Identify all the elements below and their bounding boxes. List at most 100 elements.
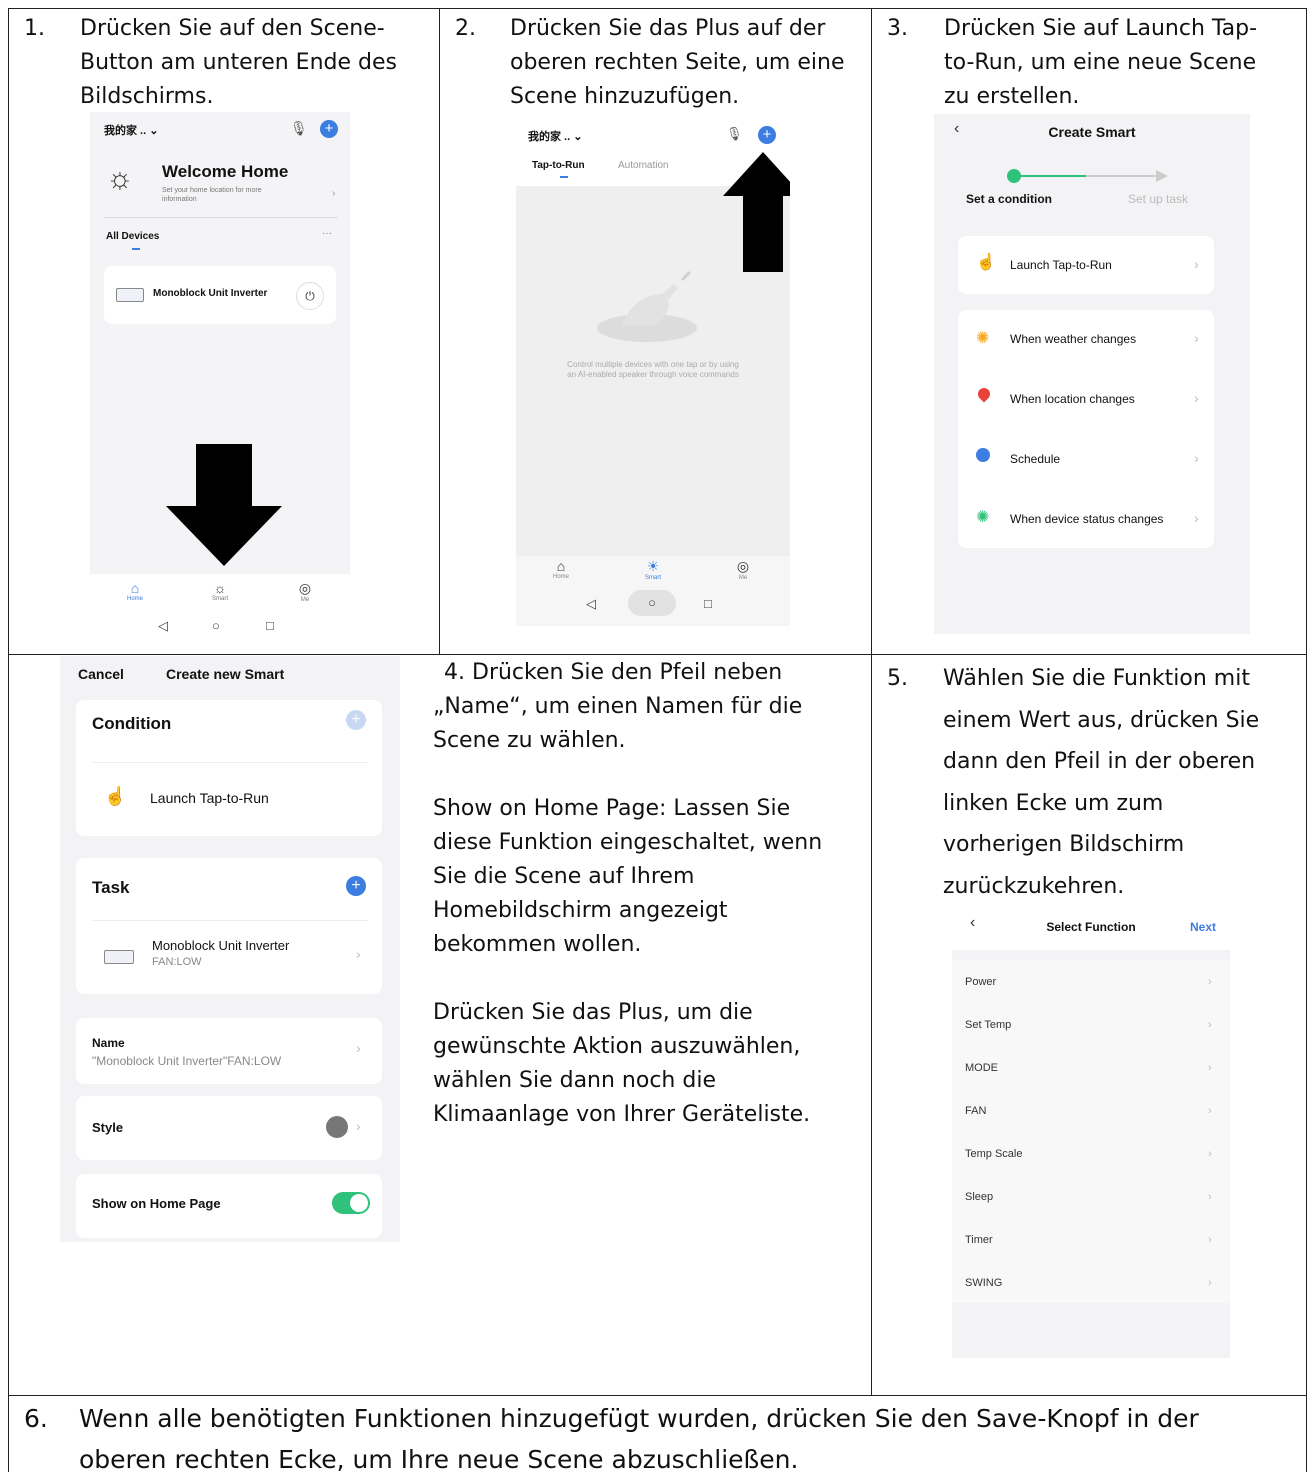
- step-set-up-task: Set up task: [1128, 192, 1189, 206]
- home-selector[interactable]: 我的家 .. ⌄: [104, 122, 158, 138]
- cancel-button[interactable]: Cancel: [78, 666, 124, 682]
- condition-schedule[interactable]: Schedule ›: [958, 430, 1214, 488]
- condition-device-status[interactable]: ✺ When device status changes ›: [958, 490, 1214, 548]
- power-icon[interactable]: ⏻: [296, 282, 324, 310]
- table-border-row2: [8, 1395, 1307, 1396]
- page-title: Select Function: [1046, 920, 1136, 934]
- function-item[interactable]: MODE ›: [952, 1046, 1230, 1089]
- nav-me[interactable]: ◎ Me: [290, 580, 320, 603]
- tab-tap-to-run[interactable]: Tap-to-Run: [532, 160, 585, 171]
- task-device-name: Monoblock Unit Inverter: [152, 938, 290, 953]
- divider: [104, 217, 338, 218]
- option-label: Schedule: [1010, 452, 1061, 466]
- option-label: When device status changes: [1010, 512, 1164, 526]
- recents-icon[interactable]: □: [704, 596, 712, 611]
- function-item[interactable]: Sleep ›: [952, 1175, 1230, 1218]
- option-label: When location changes: [1010, 392, 1135, 406]
- function-item[interactable]: Timer ›: [952, 1218, 1230, 1261]
- option-label: Launch Tap-to-Run: [1010, 258, 1112, 272]
- condition-label: Launch Tap-to-Run: [150, 790, 269, 806]
- home-button-icon[interactable]: ○: [628, 590, 676, 616]
- step-line: oberen rechten Seite, um eine: [510, 50, 845, 75]
- function-label: Sleep: [965, 1190, 994, 1203]
- launch-tap-to-run-option[interactable]: ☝ Launch Tap-to-Run ›: [958, 236, 1214, 294]
- function-item[interactable]: Temp Scale ›: [952, 1132, 1230, 1175]
- section-title: Condition: [92, 714, 172, 733]
- all-devices-tab[interactable]: All Devices: [106, 231, 159, 242]
- mic-icon[interactable]: 🎙: [290, 120, 308, 137]
- function-item[interactable]: Set Temp ›: [952, 1003, 1230, 1046]
- step-line: linken Ecke um zum: [943, 790, 1164, 816]
- show-on-home-toggle[interactable]: [332, 1192, 370, 1214]
- welcome-subtitle-line: information: [162, 196, 197, 203]
- recents-icon[interactable]: □: [266, 618, 274, 633]
- bottom-nav: ⌂ Home ☼ Smart ◎ Me ◁ ○ □: [90, 574, 350, 648]
- chevron-right-icon: ›: [332, 188, 336, 199]
- page-title: Create new Smart: [166, 666, 285, 682]
- style-row[interactable]: Style ›: [76, 1096, 382, 1160]
- screenshot-create-smart: ‹ Create Smart Set a condition Set up ta…: [934, 114, 1250, 634]
- home-selector[interactable]: 我的家 .. ⌄: [528, 128, 582, 144]
- add-task-icon[interactable]: +: [346, 876, 366, 896]
- name-label: Name: [92, 1036, 125, 1050]
- nav-smart[interactable]: ☼ Smart: [205, 580, 235, 602]
- chevron-right-icon: ›: [1194, 256, 1199, 272]
- nav-smart[interactable]: ☀ Smart: [638, 558, 668, 581]
- chevron-right-icon: ›: [356, 1040, 361, 1056]
- function-item[interactable]: Power ›: [952, 960, 1230, 1003]
- profile-icon: ◎: [298, 580, 312, 596]
- nav-me[interactable]: ◎ Me: [728, 558, 758, 581]
- document-page: 1. Drücken Sie auf den Scene- Button am …: [0, 0, 1309, 1474]
- chevron-right-icon: ›: [1194, 510, 1199, 526]
- add-icon[interactable]: +: [758, 126, 776, 144]
- chevron-right-icon: ›: [1208, 1233, 1212, 1246]
- empty-state-text: Control multiple devices with one tap or…: [516, 360, 790, 380]
- step-line: Drücken Sie das Plus, um die: [433, 1000, 753, 1025]
- back-icon[interactable]: ◁: [158, 618, 168, 634]
- next-button[interactable]: Next: [1190, 920, 1216, 934]
- nav-home[interactable]: ⌂ Home: [120, 580, 150, 602]
- show-on-home-label: Show on Home Page: [92, 1196, 221, 1211]
- task-item[interactable]: Monoblock Unit Inverter FAN:LOW ›: [76, 924, 382, 990]
- function-item[interactable]: SWING ›: [952, 1261, 1230, 1304]
- step-set-condition: Set a condition: [966, 192, 1053, 206]
- add-icon[interactable]: +: [320, 120, 338, 138]
- add-condition-icon[interactable]: +: [346, 710, 366, 730]
- step-line: vorherigen Bildschirm: [943, 832, 1185, 857]
- mic-icon[interactable]: 🎙: [726, 126, 743, 142]
- condition-location[interactable]: When location changes ›: [958, 370, 1214, 428]
- tab-automation[interactable]: Automation: [618, 160, 669, 171]
- device-card[interactable]: Monoblock Unit Inverter ⏻: [104, 266, 336, 324]
- page-title: Create Smart: [1048, 124, 1136, 140]
- step-line: dann den Pfeil in der oberen: [943, 749, 1256, 774]
- ac-unit-icon: [116, 288, 144, 302]
- smart-icon: ☼: [213, 580, 227, 596]
- step-number: 1.: [24, 16, 45, 41]
- chevron-right-icon: ›: [1194, 330, 1199, 346]
- step-line: Bildschirms.: [80, 84, 214, 109]
- welcome-subtitle[interactable]: Set your home location for more informat…: [162, 186, 262, 204]
- step-line: Wählen Sie die Funktion mit: [943, 666, 1250, 691]
- function-label: FAN: [965, 1104, 987, 1117]
- name-row[interactable]: Name "Monoblock Unit Inverter"FAN:LOW ›: [76, 1018, 382, 1084]
- location-pin-icon: [975, 385, 993, 403]
- step-line: Button am unteren Ende des: [80, 50, 397, 75]
- step-number: 4.: [444, 660, 465, 685]
- empty-state-line: Control multiple devices with one tap or…: [567, 360, 739, 369]
- home-button-icon[interactable]: ○: [212, 618, 220, 633]
- tab-indicator: [132, 248, 140, 250]
- condition-item[interactable]: ☝ Launch Tap-to-Run: [76, 766, 382, 832]
- nav-home[interactable]: ⌂ Home: [546, 558, 576, 580]
- step-line: bekommen wollen.: [433, 932, 642, 957]
- nav-label: Smart: [211, 596, 228, 602]
- screenshot-smart: 我的家 .. ⌄ 🎙 + Tap-to-Run Automation Contr…: [516, 116, 790, 626]
- function-label: SWING: [965, 1276, 1003, 1289]
- function-item[interactable]: FAN ›: [952, 1089, 1230, 1132]
- option-label: When weather changes: [1010, 332, 1137, 346]
- condition-weather[interactable]: ✺ When weather changes ›: [958, 310, 1214, 368]
- step-line: gewünschte Aktion auszuwählen,: [433, 1034, 801, 1059]
- back-icon[interactable]: ◁: [586, 596, 596, 612]
- clock-icon: [976, 448, 990, 462]
- nav-label: Me: [738, 575, 748, 581]
- more-icon[interactable]: ···: [322, 228, 332, 239]
